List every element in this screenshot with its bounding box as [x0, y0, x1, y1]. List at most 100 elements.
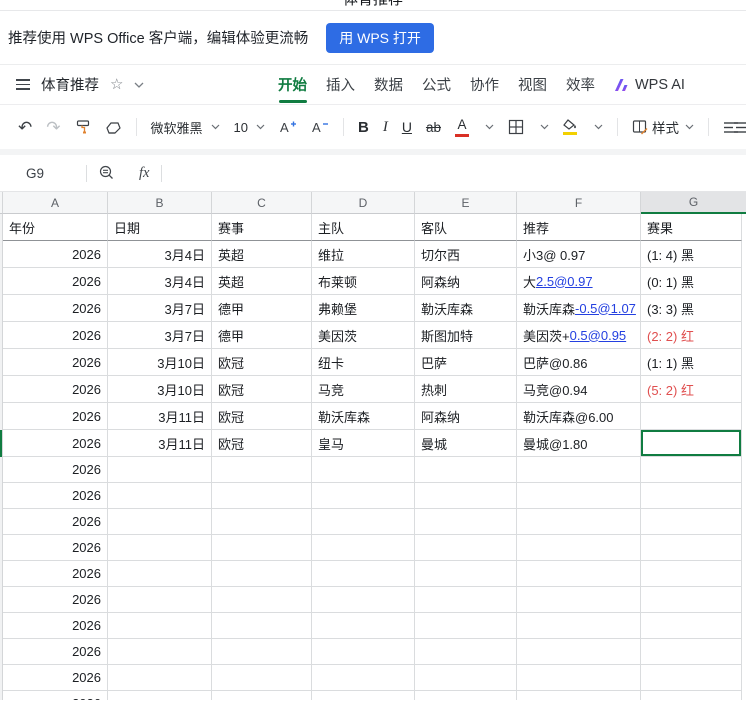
cell-E16[interactable]: [415, 613, 517, 639]
fill-color-button[interactable]: [563, 119, 578, 135]
tab-6[interactable]: 视图: [518, 74, 547, 95]
cell-C8[interactable]: 欧冠: [212, 403, 312, 430]
column-header-G[interactable]: G: [641, 192, 746, 214]
cell-F7[interactable]: 马竞@0.94: [517, 376, 641, 403]
clear-format-eraser-icon[interactable]: [105, 120, 122, 135]
cell-G7[interactable]: (5: 2) 红: [641, 376, 742, 403]
cell-F16[interactable]: [517, 613, 641, 639]
cell-B8[interactable]: 3月11日: [108, 403, 212, 430]
cell-D13[interactable]: [312, 535, 415, 561]
cell-C14[interactable]: [212, 561, 312, 587]
column-header-D[interactable]: D: [312, 192, 415, 214]
cell-F6[interactable]: 巴萨@0.86: [517, 349, 641, 376]
cell-G18[interactable]: [641, 665, 742, 691]
cell-G6[interactable]: (1: 1) 黑: [641, 349, 742, 376]
cell-D3[interactable]: 布莱顿: [312, 268, 415, 295]
cell-E1[interactable]: 客队: [415, 214, 517, 241]
cell-E12[interactable]: [415, 509, 517, 535]
cell-B14[interactable]: [108, 561, 212, 587]
cell-D2[interactable]: 维拉: [312, 241, 415, 268]
cell-C6[interactable]: 欧冠: [212, 349, 312, 376]
italic-button[interactable]: I: [383, 119, 388, 136]
cell-A11[interactable]: 2026: [3, 483, 108, 509]
fill-color-chevron-icon[interactable]: [594, 124, 603, 130]
cell-A13[interactable]: 2026: [3, 535, 108, 561]
cell-B2[interactable]: 3月4日: [108, 241, 212, 268]
cell-A7[interactable]: 2026: [3, 376, 108, 403]
font-color-button[interactable]: A: [454, 117, 469, 137]
cell-F9[interactable]: 曼城@1.80: [517, 430, 641, 457]
cell-B6[interactable]: 3月10日: [108, 349, 212, 376]
cell-A1[interactable]: 年份: [3, 214, 108, 241]
cell-G15[interactable]: [641, 587, 742, 613]
cell-E2[interactable]: 切尔西: [415, 241, 517, 268]
font-family-select[interactable]: 微软雅黑: [151, 118, 220, 137]
tip-link[interactable]: 2.5@0.97: [536, 274, 593, 289]
selected-cell-G9[interactable]: [641, 430, 742, 457]
cell-B15[interactable]: [108, 587, 212, 613]
cell-G4[interactable]: (3: 3) 黑: [641, 295, 742, 322]
cell-C4[interactable]: 德甲: [212, 295, 312, 322]
favorite-star-icon[interactable]: ☆: [110, 77, 123, 92]
cell-F11[interactable]: [517, 483, 641, 509]
cell-E18[interactable]: [415, 665, 517, 691]
cell-B5[interactable]: 3月7日: [108, 322, 212, 349]
cell-A5[interactable]: 2026: [3, 322, 108, 349]
cell-C1[interactable]: 赛事: [212, 214, 312, 241]
cell-E15[interactable]: [415, 587, 517, 613]
cell-C3[interactable]: 英超: [212, 268, 312, 295]
cell-B12[interactable]: [108, 509, 212, 535]
font-color-chevron-icon[interactable]: [485, 124, 494, 130]
cell-E19[interactable]: [415, 691, 517, 700]
cell-B18[interactable]: [108, 665, 212, 691]
cell-G3[interactable]: (0: 1) 黑: [641, 268, 742, 295]
cell-D17[interactable]: [312, 639, 415, 665]
cell-C18[interactable]: [212, 665, 312, 691]
cell-C5[interactable]: 德甲: [212, 322, 312, 349]
cell-D16[interactable]: [312, 613, 415, 639]
cell-F8[interactable]: 勒沃库森@6.00: [517, 403, 641, 430]
cell-E13[interactable]: [415, 535, 517, 561]
cell-F14[interactable]: [517, 561, 641, 587]
cell-G14[interactable]: [641, 561, 742, 587]
cell-A14[interactable]: 2026: [3, 561, 108, 587]
cell-F3[interactable]: 大 2.5@0.97: [517, 268, 641, 295]
cell-D8[interactable]: 勒沃库森: [312, 403, 415, 430]
cell-G2[interactable]: (1: 4) 黑: [641, 241, 742, 268]
title-chevron-down-icon[interactable]: [134, 82, 144, 88]
cell-G12[interactable]: [641, 509, 742, 535]
cell-F19[interactable]: [517, 691, 641, 700]
align-center-icon[interactable]: [733, 121, 746, 134]
cell-E7[interactable]: 热刺: [415, 376, 517, 403]
column-header-E[interactable]: E: [415, 192, 517, 214]
cell-F4[interactable]: 勒沃库森 -0.5@1.07: [517, 295, 641, 322]
cell-E11[interactable]: [415, 483, 517, 509]
cell-F5[interactable]: 美因茨+ 0.5@0.95: [517, 322, 641, 349]
tab-7[interactable]: 效率: [566, 74, 595, 95]
cell-A9[interactable]: 2026: [3, 430, 108, 457]
cell-C9[interactable]: 欧冠: [212, 430, 312, 457]
cell-D5[interactable]: 美因茨: [312, 322, 415, 349]
cell-F18[interactable]: [517, 665, 641, 691]
cell-A16[interactable]: 2026: [3, 613, 108, 639]
column-header-A[interactable]: A: [3, 192, 108, 214]
tip-link[interactable]: -0.5@1.07: [575, 301, 636, 316]
cell-styles-button[interactable]: 样式: [632, 117, 694, 137]
cell-A18[interactable]: 2026: [3, 665, 108, 691]
cell-B16[interactable]: [108, 613, 212, 639]
cell-C15[interactable]: [212, 587, 312, 613]
cell-E10[interactable]: [415, 457, 517, 483]
cell-A4[interactable]: 2026: [3, 295, 108, 322]
cell-G16[interactable]: [641, 613, 742, 639]
formula-input[interactable]: [162, 155, 746, 191]
cell-D10[interactable]: [312, 457, 415, 483]
cell-A2[interactable]: 2026: [3, 241, 108, 268]
cell-C2[interactable]: 英超: [212, 241, 312, 268]
cell-G11[interactable]: [641, 483, 742, 509]
format-painter-icon[interactable]: [75, 119, 91, 135]
cell-D7[interactable]: 马竞: [312, 376, 415, 403]
cell-B11[interactable]: [108, 483, 212, 509]
cell-G1[interactable]: 赛果: [641, 214, 742, 241]
cell-E14[interactable]: [415, 561, 517, 587]
cell-C17[interactable]: [212, 639, 312, 665]
